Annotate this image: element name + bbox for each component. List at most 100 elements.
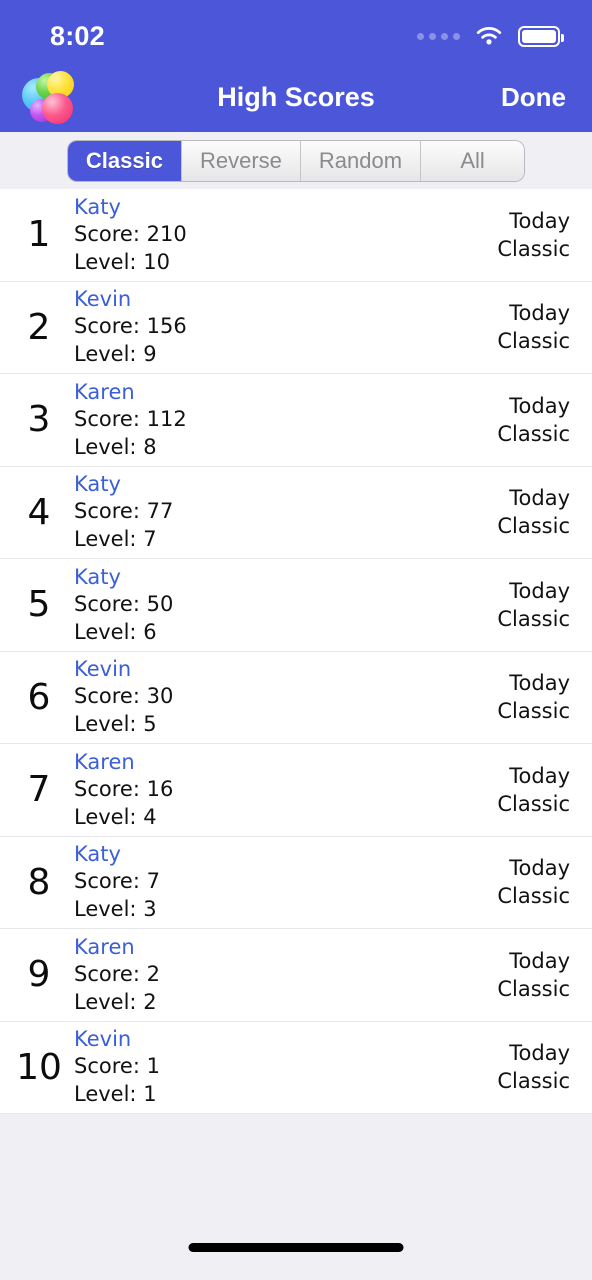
entry-mode: Classic (497, 329, 570, 354)
row-details: Katy Score: 77 Level: 7 (70, 471, 497, 553)
segment-random[interactable]: Random (299, 140, 421, 181)
player-level: Level: 3 (74, 895, 497, 923)
player-score: Score: 2 (74, 960, 497, 988)
level-value: 9 (143, 342, 157, 367)
row-details: Karen Score: 2 Level: 2 (70, 934, 497, 1016)
table-row[interactable]: 7 Karen Score: 16 Level: 4 Today Classic (0, 744, 592, 837)
player-name: Kevin (74, 287, 132, 312)
table-row[interactable]: 8 Katy Score: 7 Level: 3 Today Classic (0, 837, 592, 929)
row-details: Katy Score: 50 Level: 6 (70, 564, 497, 646)
filter-toolbar: Classic Reverse Random All (0, 132, 592, 189)
table-row[interactable]: 4 Katy Score: 77 Level: 7 Today Classic (0, 467, 592, 559)
rank-number: 3 (27, 399, 51, 441)
row-details: Karen Score: 112 Level: 8 (70, 379, 497, 461)
row-details: Kevin Score: 1 Level: 1 (70, 1026, 497, 1108)
score-label: Score: (74, 776, 140, 801)
bubbles-logo-icon (22, 68, 80, 126)
row-meta: Today Classic (497, 1039, 570, 1095)
status-bar-indicators (417, 25, 564, 47)
score-label: Score: (74, 591, 140, 616)
player-name: Katy (74, 564, 121, 589)
home-indicator[interactable] (188, 1243, 404, 1252)
player-score: Score: 77 (74, 497, 497, 525)
score-label: Score: (74, 314, 140, 339)
row-meta: Today Classic (497, 577, 570, 633)
player-score: Score: 210 (74, 220, 497, 248)
segmented-control[interactable]: Classic Reverse Random All (67, 140, 525, 181)
level-value: 4 (143, 804, 157, 829)
player-name: Katy (74, 472, 121, 497)
level-label: Level: (74, 1082, 137, 1107)
level-label: Level: (74, 434, 137, 459)
entry-date: Today (509, 578, 570, 603)
entry-mode: Classic (497, 606, 570, 631)
done-button[interactable]: Done (501, 82, 570, 113)
app-screen: 8:02 High Scores Done Classic Reverse Ra… (0, 0, 592, 1280)
row-meta: Today Classic (497, 392, 570, 448)
score-value: 2 (146, 961, 160, 986)
table-row[interactable]: 10 Kevin Score: 1 Level: 1 Today Classic (0, 1022, 592, 1114)
entry-date: Today (509, 948, 570, 973)
score-value: 30 (146, 684, 174, 709)
row-details: Katy Score: 7 Level: 3 (70, 841, 497, 923)
table-row[interactable]: 9 Karen Score: 2 Level: 2 Today Classic (0, 929, 592, 1022)
score-value: 77 (146, 499, 174, 524)
entry-mode: Classic (497, 1069, 570, 1094)
row-meta: Today Classic (497, 762, 570, 818)
level-value: 8 (143, 434, 157, 459)
player-score: Score: 1 (74, 1052, 497, 1080)
row-meta: Today Classic (497, 299, 570, 355)
table-row[interactable]: 2 Kevin Score: 156 Level: 9 Today Classi… (0, 282, 592, 374)
level-label: Level: (74, 897, 137, 922)
player-level: Level: 5 (74, 710, 497, 738)
level-value: 3 (143, 897, 157, 922)
score-label: Score: (74, 499, 140, 524)
player-name: Kevin (74, 657, 132, 682)
entry-mode: Classic (497, 514, 570, 539)
segment-classic[interactable]: Classic (67, 140, 181, 181)
entry-mode: Classic (497, 421, 570, 446)
level-label: Level: (74, 989, 137, 1014)
score-label: Score: (74, 869, 140, 894)
player-level: Level: 7 (74, 525, 497, 553)
row-meta: Today Classic (497, 947, 570, 1003)
score-value: 50 (146, 591, 174, 616)
high-scores-list[interactable]: 1 Katy Score: 210 Level: 10 Today Classi… (0, 189, 592, 1114)
level-value: 1 (143, 1082, 157, 1107)
table-row[interactable]: 5 Katy Score: 50 Level: 6 Today Classic (0, 559, 592, 652)
row-details: Kevin Score: 30 Level: 5 (70, 656, 497, 738)
rank-number: 8 (27, 861, 51, 903)
row-meta: Today Classic (497, 484, 570, 540)
player-score: Score: 16 (74, 775, 497, 803)
player-score: Score: 156 (74, 312, 497, 340)
row-meta: Today Classic (497, 669, 570, 725)
entry-mode: Classic (497, 976, 570, 1001)
player-score: Score: 112 (74, 405, 497, 433)
level-label: Level: (74, 342, 137, 367)
signal-dots-icon (417, 32, 460, 40)
player-level: Level: 4 (74, 803, 497, 831)
level-label: Level: (74, 804, 137, 829)
segment-all[interactable]: All (420, 140, 525, 181)
table-row[interactable]: 3 Karen Score: 112 Level: 8 Today Classi… (0, 374, 592, 467)
rank-number: 10 (16, 1046, 62, 1088)
entry-date: Today (509, 1041, 570, 1066)
nav-bar: High Scores Done (0, 62, 592, 132)
segment-reverse[interactable]: Reverse (180, 140, 300, 181)
table-row[interactable]: 6 Kevin Score: 30 Level: 5 Today Classic (0, 652, 592, 744)
level-label: Level: (74, 619, 137, 644)
score-value: 210 (146, 221, 187, 246)
header: 8:02 High Scores Done (0, 0, 592, 132)
row-details: Katy Score: 210 Level: 10 (70, 194, 497, 276)
level-value: 6 (143, 619, 157, 644)
wifi-icon (476, 27, 502, 45)
score-value: 112 (146, 406, 187, 431)
status-bar: 8:02 (0, 0, 592, 62)
row-meta: Today Classic (497, 207, 570, 263)
entry-date: Today (509, 208, 570, 233)
table-row[interactable]: 1 Katy Score: 210 Level: 10 Today Classi… (0, 189, 592, 282)
player-name: Karen (74, 379, 135, 404)
entry-mode: Classic (497, 884, 570, 909)
row-details: Kevin Score: 156 Level: 9 (70, 286, 497, 368)
entry-date: Today (509, 301, 570, 326)
